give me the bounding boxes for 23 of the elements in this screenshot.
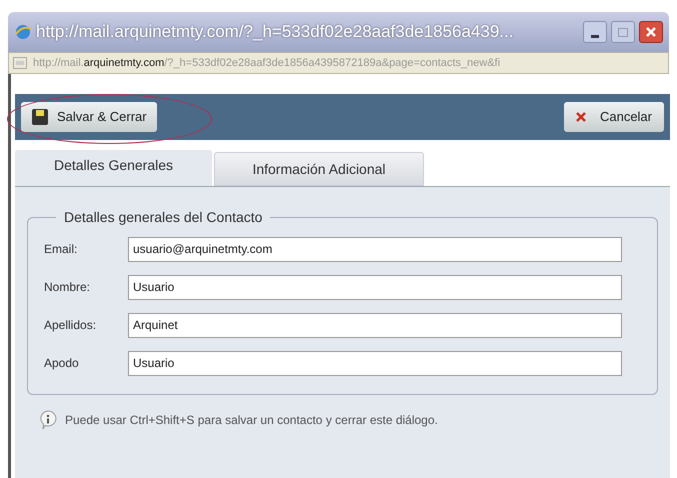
field-label: Apellidos: [44, 317, 98, 334]
window-title: http://mail.arquinetmty.com/?_h=533df02e28aaf3de1856a439... [36, 21, 514, 44]
address-bar[interactable]: http://mail.arquinetmty.com/?_h=533df02e28aaf3de1856a4395872189a&page=contacts_new&fi [8, 52, 669, 74]
minimize-button[interactable] [583, 21, 607, 43]
tab[interactable]: Detalles Generales [15, 149, 212, 186]
field-label: Apodo [44, 355, 80, 372]
field-label: Nombre: [44, 279, 92, 296]
close-button[interactable] [639, 21, 663, 43]
field-label: Email: [44, 241, 78, 258]
input-field[interactable]: usuario@arquinetmty.com [128, 236, 622, 262]
page-icon [13, 57, 27, 69]
close-icon [645, 26, 657, 38]
tab[interactable]: Información Adicional [214, 152, 424, 186]
cross-icon [576, 112, 586, 122]
input-field[interactable]: Usuario [128, 274, 622, 300]
fieldset-legend: Detalles generales del Contacto [56, 207, 270, 228]
save-close-button[interactable]: Salvar & Cerrar [21, 102, 157, 132]
cancel-button[interactable]: Cancelar [564, 102, 664, 132]
input-field[interactable]: Arquinet [128, 312, 622, 338]
globe-icon [14, 23, 32, 41]
input-field[interactable]: Usuario [128, 350, 622, 376]
hint-text: Puede usar Ctrl+Shift+S para salvar un contacto y cerrar este diálogo. [65, 412, 438, 429]
address-text: http://mail.arquinetmty.com/?_h=533df02e28aaf3de1856a4395872189a&page=contacts_new&fi [33, 56, 500, 71]
